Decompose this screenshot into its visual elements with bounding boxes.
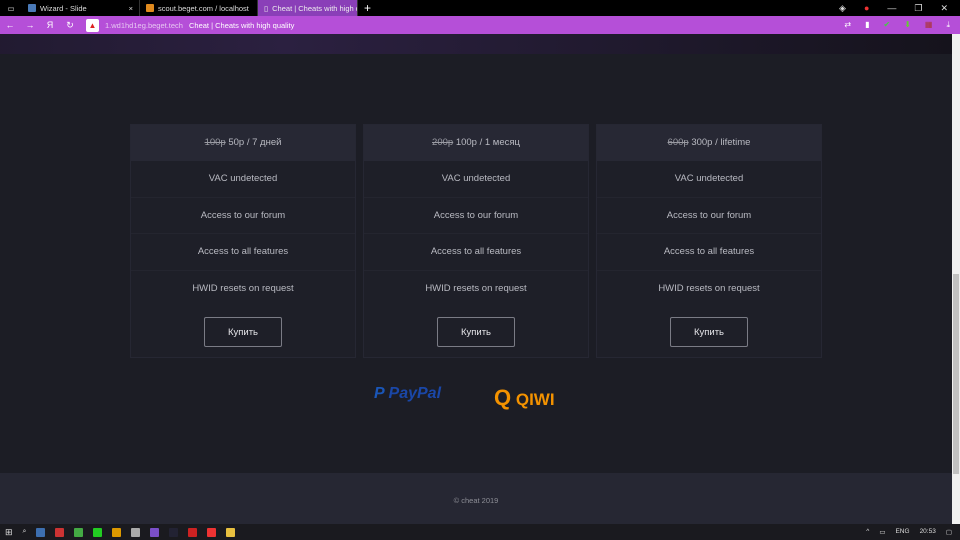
- qiwi-label: QIWI: [515, 390, 555, 409]
- bookmark-icon[interactable]: ▮: [865, 20, 869, 30]
- plan-card: 200р 100р / 1 месяц VAC undetected Acces…: [363, 124, 589, 358]
- downloads-icon[interactable]: ⤓: [946, 20, 950, 30]
- close-window-button[interactable]: ✕: [940, 3, 948, 14]
- tab-icon: [28, 4, 36, 12]
- tab-title: scout.beget.com / localhost: [158, 3, 249, 13]
- feature: VAC undetected: [597, 161, 821, 198]
- feature: Access to our forum: [131, 198, 355, 234]
- paypal-label: PayPal: [388, 385, 442, 402]
- footer: © cheat 2019: [0, 473, 952, 524]
- reload-icon[interactable]: ↻: [60, 20, 80, 31]
- feature: Access to all features: [364, 234, 588, 271]
- feature: HWID resets on request: [658, 282, 760, 294]
- plan-card: 100р 50р / 7 дней VAC undetected Access …: [130, 124, 356, 358]
- plan-price: 600р 300р / lifetime: [597, 125, 821, 161]
- tab-icon: [146, 4, 154, 12]
- app-icon[interactable]: [131, 527, 141, 537]
- address-bar: ← → Я ↻ ▲ 1.wd1hd1eg.beget.tech Cheat | …: [0, 16, 960, 34]
- buy-button[interactable]: Купить: [670, 317, 748, 347]
- minimize-button[interactable]: —: [887, 3, 896, 13]
- page-title: Cheat | Cheats with high quality: [188, 20, 295, 30]
- tab-title: Cheat | Cheats with high quality: [272, 3, 357, 13]
- feature: Access to all features: [131, 234, 355, 271]
- price: 300р / lifetime: [691, 137, 751, 148]
- winrar-icon[interactable]: ▦: [925, 20, 933, 30]
- old-price: 100р: [204, 137, 226, 148]
- forward-icon[interactable]: →: [20, 20, 40, 30]
- price: 50р / 7 дней: [228, 137, 282, 148]
- app-icon[interactable]: [188, 527, 198, 537]
- yandex-icon[interactable]: Я: [40, 20, 60, 30]
- tray-chevron-icon[interactable]: ^: [866, 528, 869, 536]
- feature: HWID resets on request: [192, 282, 294, 294]
- price: 100р / 1 месяц: [455, 137, 520, 148]
- tab-bar: ▭ Wizard - Slide × scout.beget.com / loca…: [0, 0, 960, 16]
- maximize-button[interactable]: ❐: [914, 3, 922, 14]
- feature: HWID resets on request: [425, 282, 527, 294]
- qiwi-icon: Q: [494, 385, 512, 410]
- url-input[interactable]: 1.wd1hd1eg.beget.tech: [105, 21, 183, 30]
- app-icon[interactable]: [55, 527, 65, 537]
- old-price: 600р: [667, 137, 689, 148]
- feature: Access to all features: [597, 234, 821, 271]
- plan-card: 600р 300р / lifetime VAC undetected Acce…: [596, 124, 822, 358]
- tab-cheat[interactable]: ▯Cheat | Cheats with high quality×: [258, 0, 358, 16]
- notifications-icon[interactable]: ●: [864, 3, 869, 13]
- start-icon[interactable]: ⊞: [5, 527, 13, 538]
- close-icon[interactable]: ×: [129, 4, 133, 13]
- back-icon[interactable]: ←: [0, 20, 20, 30]
- qiwi-logo: Q QIWI: [494, 385, 555, 411]
- page-icon: ▯: [264, 3, 269, 13]
- plan-price: 100р 50р / 7 дней: [131, 125, 355, 161]
- alice-icon[interactable]: ◈: [839, 3, 846, 14]
- scrollbar-thumb[interactable]: [953, 274, 959, 474]
- new-tab-button[interactable]: +: [358, 1, 377, 15]
- folder-icon[interactable]: [226, 527, 236, 537]
- hero-banner: [0, 34, 952, 54]
- buy-button[interactable]: Купить: [437, 317, 515, 347]
- old-price: 200р: [432, 137, 454, 148]
- extension-icon[interactable]: ⬇: [904, 20, 911, 30]
- app-icon[interactable]: [169, 527, 179, 537]
- feature: Access to our forum: [364, 198, 588, 234]
- tab-manager-icon[interactable]: ▭: [0, 4, 22, 13]
- taskbar: ⊞ ⌕ ^ ▭ ENG 20:53 ▢: [0, 524, 960, 540]
- notification-center-icon[interactable]: ▢: [946, 528, 952, 536]
- paypal-icon: P: [374, 385, 385, 402]
- warning-icon[interactable]: ▲: [86, 18, 99, 32]
- copyright: © cheat 2019: [453, 496, 499, 505]
- adguard-icon[interactable]: ✔: [883, 20, 890, 30]
- app-icon[interactable]: [112, 527, 122, 537]
- app-icon[interactable]: [150, 527, 160, 537]
- browser-icon[interactable]: [207, 527, 217, 537]
- feature: Access to our forum: [597, 198, 821, 234]
- search-icon[interactable]: ⌕: [23, 528, 27, 536]
- tab-title: Wizard - Slide: [40, 3, 87, 13]
- tab-wizard[interactable]: Wizard - Slide ×: [22, 0, 140, 16]
- app-icon[interactable]: [36, 527, 46, 537]
- plan-price: 200р 100р / 1 месяц: [364, 125, 588, 161]
- network-icon[interactable]: ▭: [879, 528, 885, 536]
- buy-button[interactable]: Купить: [204, 317, 282, 347]
- translate-icon[interactable]: ⇄: [844, 20, 851, 30]
- app-icon[interactable]: [74, 527, 84, 537]
- language-indicator[interactable]: ENG: [895, 528, 909, 536]
- app-icon[interactable]: [93, 527, 103, 537]
- feature: VAC undetected: [364, 161, 588, 198]
- clock[interactable]: 20:53: [920, 528, 936, 536]
- scrollbar[interactable]: [952, 34, 960, 524]
- tab-scout[interactable]: scout.beget.com / localhost: [140, 0, 258, 16]
- feature: VAC undetected: [131, 161, 355, 198]
- paypal-logo: P PayPal: [374, 385, 441, 403]
